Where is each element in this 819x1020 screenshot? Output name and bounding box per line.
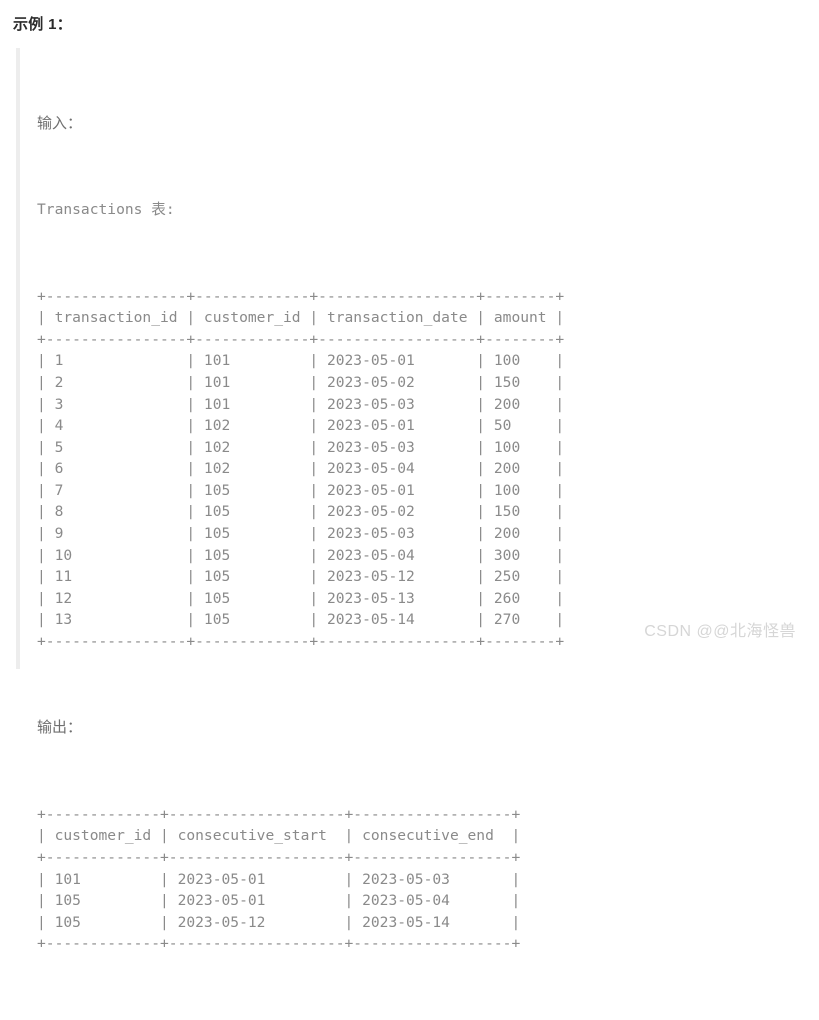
csdn-watermark: CSDN @@北海怪兽	[644, 623, 796, 640]
page-root: 示例 1： 输入： Transactions 表: +-------------…	[0, 0, 819, 952]
transactions-ascii-table: +----------------+-------------+--------…	[37, 287, 565, 651]
input-table-caption: Transactions 表:	[37, 201, 175, 219]
input-label: 输入：	[37, 114, 83, 132]
output-label: 输出：	[37, 719, 83, 737]
code-area: 输入： Transactions 表: +----------------+--…	[37, 48, 806, 1020]
example-blockquote: 输入： Transactions 表: +----------------+--…	[16, 48, 806, 952]
page-title: 示例 1：	[13, 16, 73, 33]
result-ascii-table: +-------------+--------------------+----…	[37, 805, 521, 953]
